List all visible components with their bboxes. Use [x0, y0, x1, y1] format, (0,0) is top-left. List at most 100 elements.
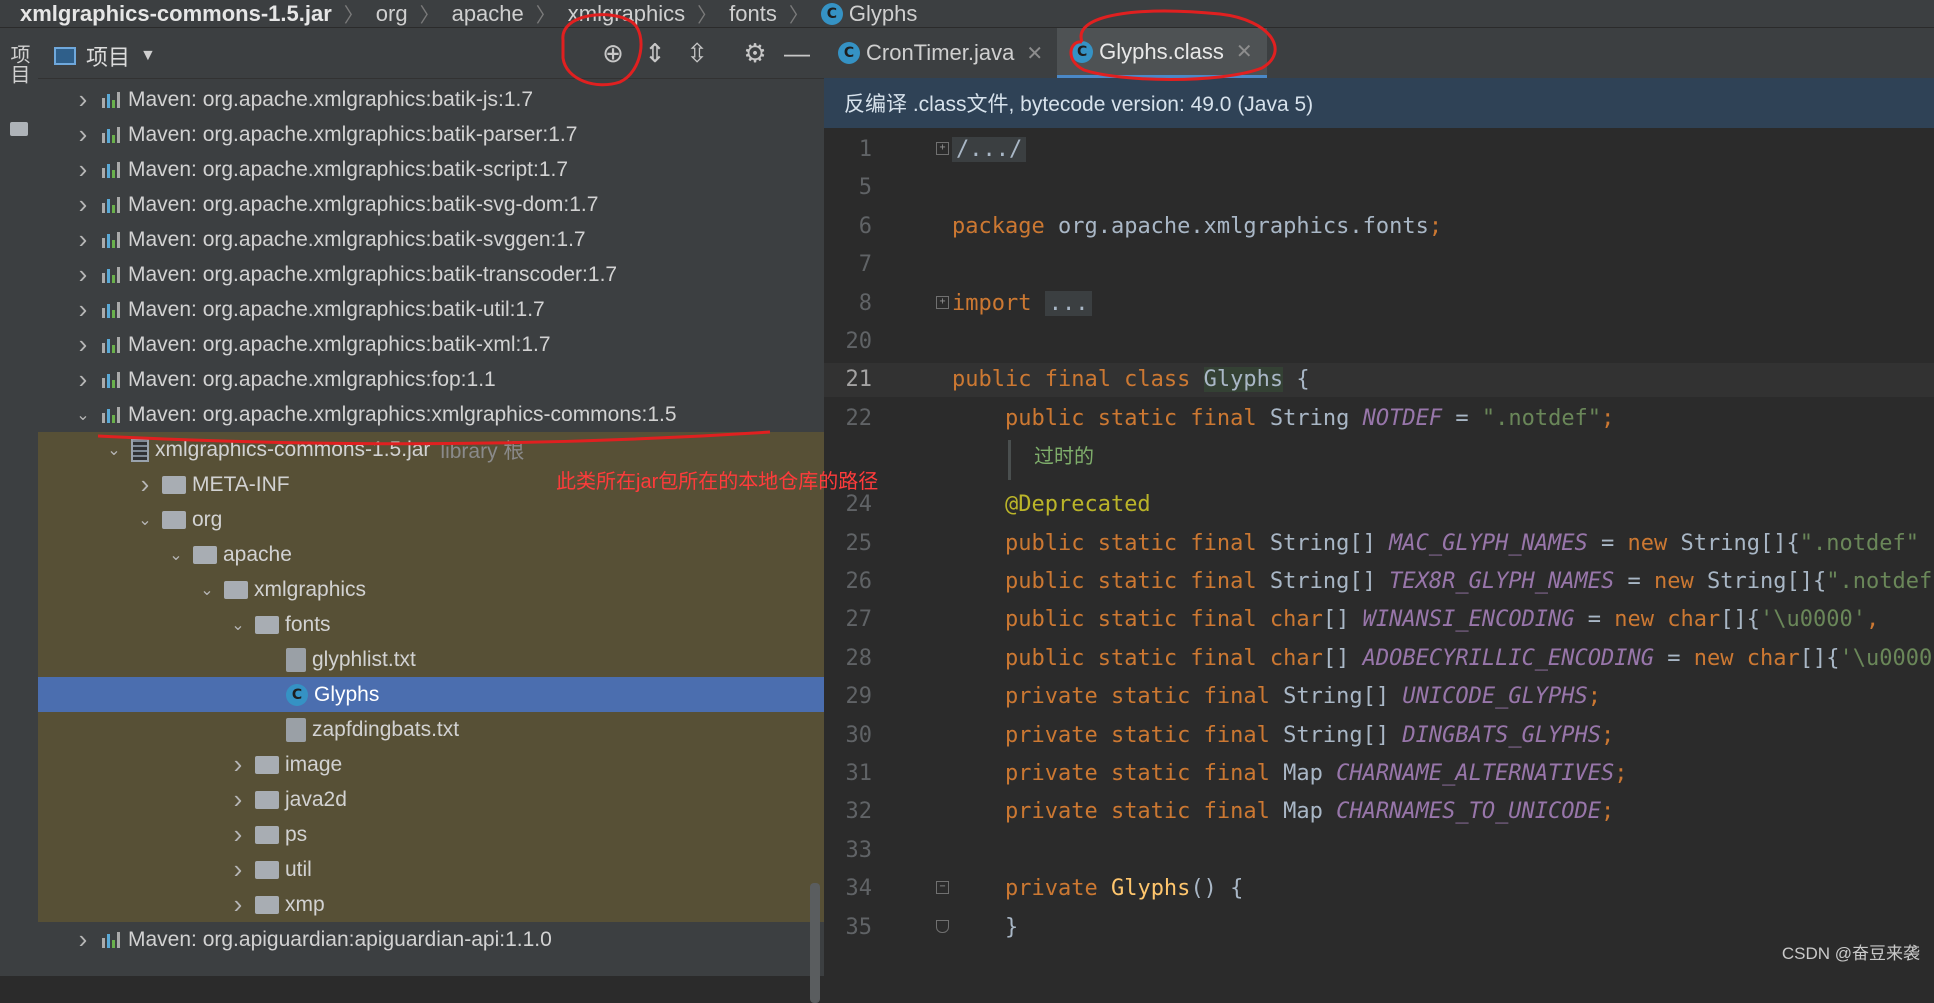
breadcrumb-item[interactable]: org [376, 1, 408, 27]
project-view-selector[interactable]: 项目 ▼ [54, 40, 156, 72]
fold-expand-icon[interactable]: + [936, 142, 949, 155]
chevron-right-icon[interactable]: › [70, 329, 96, 360]
tree-item[interactable]: ›Maven: org.apache.xmlgraphics:batik-svg… [38, 187, 824, 222]
fold-expand-icon[interactable]: + [936, 296, 949, 309]
tree-item[interactable]: ›util [38, 852, 824, 887]
code-line[interactable]: 5 [824, 171, 1934, 205]
code-line[interactable]: 8+import ... [824, 287, 1934, 321]
gear-icon[interactable]: ⚙ [738, 36, 772, 70]
tree-item[interactable]: CGlyphs [38, 677, 824, 712]
tree-item[interactable]: ›xmp [38, 887, 824, 922]
chevron-right-icon[interactable]: › [225, 819, 251, 850]
code-line[interactable]: 32 private static final Map CHARNAMES_TO… [824, 795, 1934, 829]
code-line[interactable]: 26 public static final String[] TEX8R_GL… [824, 565, 1934, 599]
code-line[interactable]: 21public final class Glyphs { [824, 363, 1934, 397]
collapse-all-icon[interactable]: ⇳ [680, 36, 714, 70]
chevron-down-icon[interactable]: ⌄ [225, 615, 251, 635]
chevron-right-icon[interactable]: › [70, 259, 96, 290]
folder-icon[interactable] [10, 122, 28, 136]
code-line[interactable]: 35 } [824, 911, 1934, 945]
chevron-right-icon[interactable]: › [70, 224, 96, 255]
chevron-right-icon[interactable]: › [70, 84, 96, 115]
code-token [952, 531, 1005, 556]
code-line[interactable]: 25 public static final String[] MAC_GLYP… [824, 527, 1934, 561]
code-token: ; [1614, 761, 1627, 786]
chevron-right-icon[interactable]: › [70, 154, 96, 185]
code-token: String[] [1270, 569, 1389, 594]
code-line[interactable]: 24 @Deprecated [824, 488, 1934, 522]
breadcrumb-item[interactable]: CGlyphs [821, 1, 917, 27]
tree-item[interactable]: ›Maven: org.apache.xmlgraphics:batik-svg… [38, 222, 824, 257]
tree-item[interactable]: ›Maven: org.apache.xmlgraphics:fop:1.1 [38, 362, 824, 397]
chevron-down-icon[interactable]: ⌄ [70, 405, 96, 425]
code-line[interactable]: 1+/.../ [824, 133, 1934, 167]
code-line[interactable]: 31 private static final Map CHARNAME_ALT… [824, 757, 1934, 791]
tree-item[interactable]: ›Maven: org.apache.xmlgraphics:batik-js:… [38, 82, 824, 117]
code-text: /.../ [952, 133, 1026, 167]
minimize-icon[interactable]: — [780, 36, 814, 70]
chevron-down-icon[interactable]: ⌄ [163, 545, 189, 565]
line-number: 5 [824, 171, 872, 205]
chevron-right-icon[interactable]: › [132, 469, 158, 500]
code-line[interactable]: 6package org.apache.xmlgraphics.fonts; [824, 210, 1934, 244]
tree-item[interactable]: ›Maven: org.apache.xmlgraphics:batik-scr… [38, 152, 824, 187]
code-line[interactable]: 28 public static final char[] ADOBECYRIL… [824, 642, 1934, 676]
tree-item[interactable]: ⌄xmlgraphics [38, 572, 824, 607]
tree-item[interactable]: ›java2d [38, 782, 824, 817]
code-line[interactable]: 过时的 [824, 440, 1934, 474]
chevron-right-icon[interactable]: › [225, 854, 251, 885]
chevron-right-icon[interactable]: › [70, 364, 96, 395]
locate-icon[interactable]: ⊕ [596, 36, 630, 70]
tree-scrollbar[interactable] [810, 883, 820, 1003]
project-tree[interactable]: ›Maven: org.apache.xmlgraphics:batik-js:… [38, 78, 824, 976]
tree-item[interactable]: ›Maven: org.apache.xmlgraphics:batik-uti… [38, 292, 824, 327]
breadcrumb-item[interactable]: apache [452, 1, 524, 27]
tree-item[interactable]: ›ps [38, 817, 824, 852]
chevron-right-icon[interactable]: › [225, 784, 251, 815]
tree-item[interactable]: ›Maven: org.apache.xmlgraphics:batik-xml… [38, 327, 824, 362]
chevron-right-icon[interactable]: › [70, 189, 96, 220]
close-icon[interactable]: ✕ [1236, 39, 1253, 64]
breadcrumb-item[interactable]: xmlgraphics [568, 1, 685, 27]
fold-collapse-icon[interactable]: − [936, 881, 949, 894]
breadcrumb-item[interactable]: xmlgraphics-commons-1.5.jar [20, 1, 332, 27]
code-line[interactable]: 20 [824, 325, 1934, 359]
close-icon[interactable]: ✕ [1026, 41, 1043, 66]
chevron-right-icon[interactable]: › [70, 924, 96, 955]
chevron-right-icon[interactable]: › [225, 749, 251, 780]
breadcrumb-item[interactable]: fonts [729, 1, 777, 27]
code-view[interactable]: 1+/.../ 5 6package org.apache.xmlgraphics.… [824, 128, 1934, 976]
chevron-down-icon[interactable]: ▼ [140, 47, 156, 65]
chevron-right-icon[interactable]: › [225, 889, 251, 920]
tree-item[interactable]: ›Maven: org.apiguardian:apiguardian-api:… [38, 922, 824, 957]
tab-crontimer-java[interactable]: CCronTimer.java✕ [824, 28, 1057, 78]
code-line[interactable]: 7 [824, 248, 1934, 282]
chevron-right-icon[interactable]: › [70, 119, 96, 150]
expand-all-icon[interactable]: ⇕ [638, 36, 672, 70]
project-window-icon [54, 47, 76, 65]
tree-item[interactable]: ⌄xmlgraphics-commons-1.5.jarlibrary 根 [38, 432, 824, 467]
code-line[interactable]: 33 [824, 834, 1934, 868]
code-line[interactable]: 22 public static final String NOTDEF = "… [824, 402, 1934, 436]
project-tool-window-button[interactable]: 项目 [8, 44, 30, 84]
chevron-right-icon[interactable]: › [70, 294, 96, 325]
chevron-down-icon[interactable]: ⌄ [132, 510, 158, 530]
code-line[interactable]: 27 public static final char[] WINANSI_EN… [824, 603, 1934, 637]
tree-item[interactable]: ⌄Maven: org.apache.xmlgraphics:xmlgraphi… [38, 397, 824, 432]
code-line[interactable]: 29 private static final String[] UNICODE… [824, 680, 1934, 714]
chevron-down-icon[interactable]: ⌄ [194, 580, 220, 600]
tree-item[interactable]: zapfdingbats.txt [38, 712, 824, 747]
tree-item[interactable]: ⌄apache [38, 537, 824, 572]
code-line[interactable]: 34− private Glyphs() { [824, 872, 1934, 906]
fold-end-icon[interactable] [936, 920, 949, 933]
tree-item[interactable]: ›Maven: org.apache.xmlgraphics:batik-par… [38, 117, 824, 152]
tree-item[interactable]: ⌄fonts [38, 607, 824, 642]
tab-glyphs-class[interactable]: CGlyphs.class✕ [1057, 28, 1266, 78]
tree-item[interactable]: glyphlist.txt [38, 642, 824, 677]
code-line[interactable]: 30 private static final String[] DINGBAT… [824, 719, 1934, 753]
chevron-down-icon[interactable]: ⌄ [101, 440, 127, 460]
code-token [952, 569, 1005, 594]
tree-item[interactable]: ⌄org [38, 502, 824, 537]
tree-item[interactable]: ›Maven: org.apache.xmlgraphics:batik-tra… [38, 257, 824, 292]
tree-item[interactable]: ›image [38, 747, 824, 782]
